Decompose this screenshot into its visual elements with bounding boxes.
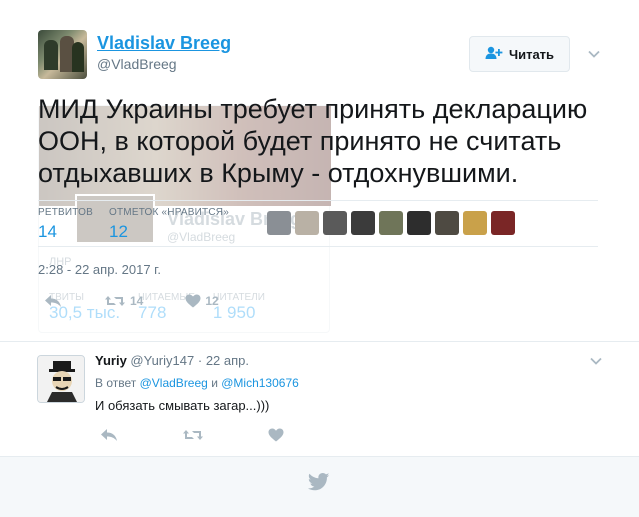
tweet-timestamp[interactable]: 2:28 - 22 апр. 2017 г.: [38, 262, 161, 277]
follow-button[interactable]: Читать: [469, 36, 570, 72]
retweet-button[interactable]: 14: [100, 294, 143, 308]
liker-avatar[interactable]: [435, 211, 459, 235]
add-user-icon: [485, 46, 503, 63]
mention-link[interactable]: @VladBreeg: [140, 376, 208, 390]
reply-header: Yuriy @Yuriy147 · 22 апр.: [95, 353, 249, 368]
reply-button[interactable]: [96, 428, 118, 442]
reply-prefix: В ответ: [95, 376, 137, 390]
liker-avatar[interactable]: [407, 211, 431, 235]
separator-dot: ·: [197, 353, 203, 368]
chevron-down-icon[interactable]: [589, 354, 603, 368]
likes-stat[interactable]: ОТМЕТОК «НРАВИТСЯ» 12: [109, 207, 229, 242]
retweet-icon: [104, 294, 126, 308]
likes-label: ОТМЕТОК «НРАВИТСЯ»: [109, 207, 229, 218]
liker-avatar[interactable]: [351, 211, 375, 235]
like-button[interactable]: 12: [181, 294, 219, 308]
liker-avatar[interactable]: [323, 211, 347, 235]
heart-icon: [268, 428, 284, 442]
author-avatar[interactable]: [38, 30, 87, 79]
follow-label: Читать: [508, 46, 555, 62]
liker-avatar[interactable]: [295, 211, 319, 235]
reply-icon: [44, 294, 62, 308]
liker-avatar[interactable]: [267, 211, 291, 235]
retweets-stat[interactable]: РЕТВИТОВ 14: [38, 207, 93, 242]
liker-avatar[interactable]: [491, 211, 515, 235]
likers-avatars: [267, 211, 515, 235]
tweet-stats: РЕТВИТОВ 14 ОТМЕТОК «НРАВИТСЯ» 12: [38, 207, 245, 242]
twitter-bird-icon[interactable]: [307, 473, 330, 496]
liker-avatar[interactable]: [379, 211, 403, 235]
mention-link[interactable]: @Mich130676: [221, 376, 299, 390]
like-count: 12: [205, 294, 219, 308]
liker-avatar[interactable]: [463, 211, 487, 235]
reply-actions: [96, 428, 344, 442]
reply-text: И обязать смывать загар...))): [95, 398, 270, 413]
reply-author-handle[interactable]: @Yuriy147: [130, 353, 194, 368]
reply-author-avatar[interactable]: [37, 355, 85, 403]
divider: [38, 246, 598, 247]
reply-button[interactable]: [40, 294, 62, 308]
reply-conjunction: и: [211, 376, 218, 390]
like-button[interactable]: [264, 428, 284, 442]
author-name[interactable]: Vladislav Breeg: [97, 33, 231, 54]
tweet-actions: 14 12: [40, 294, 257, 308]
retweets-label: РЕТВИТОВ: [38, 207, 94, 218]
likes-count: 12: [109, 222, 128, 241]
reply-context: В ответ @VladBreeg и @Mich130676: [95, 376, 299, 390]
divider: [38, 200, 598, 201]
tweet-text: МИД Украины требует принять декларацию О…: [38, 94, 588, 188]
retweet-button[interactable]: [178, 428, 204, 442]
author-handle[interactable]: @VladBreeg: [97, 56, 177, 72]
heart-icon: [185, 294, 201, 308]
retweets-count: 14: [38, 222, 57, 241]
reply-icon: [100, 428, 118, 442]
chevron-down-icon[interactable]: [587, 47, 601, 61]
divider: [0, 341, 639, 342]
retweet-icon: [182, 428, 204, 442]
reply-date[interactable]: 22 апр.: [206, 353, 249, 368]
reply-author-name[interactable]: Yuriy: [95, 353, 127, 368]
retweet-count: 14: [130, 294, 144, 308]
